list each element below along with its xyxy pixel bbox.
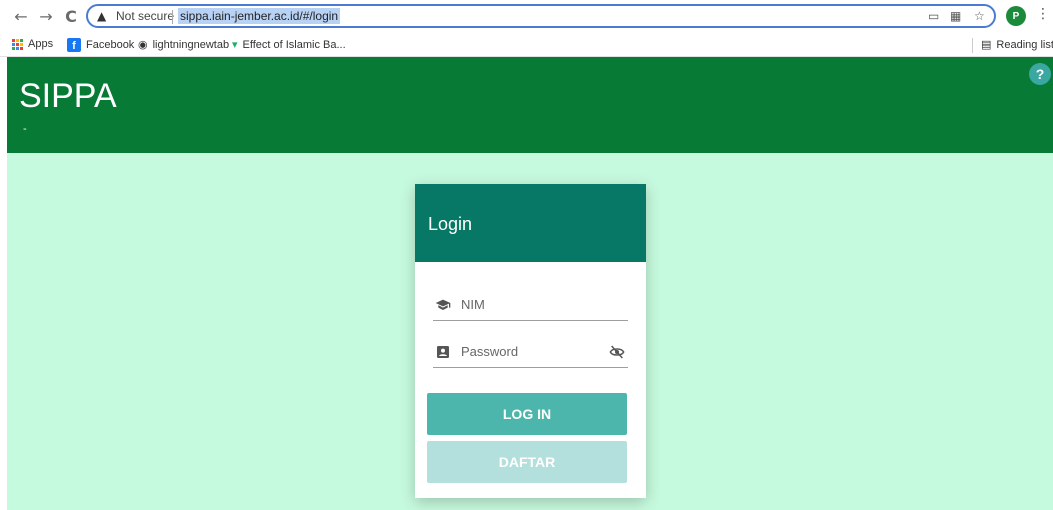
nim-label: NIM <box>461 297 485 312</box>
bookmark-label: Facebook <box>86 39 135 51</box>
profile-avatar[interactable]: P <box>1006 6 1026 26</box>
bookmark-lightningnewtab[interactable]: ◉ lightningnewtab <box>138 38 229 51</box>
help-icon[interactable]: ? <box>1029 63 1051 85</box>
login-card-header: Login <box>415 184 646 262</box>
bookmarks-divider <box>972 38 973 53</box>
login-button[interactable]: LOG IN <box>427 393 627 435</box>
register-button[interactable]: DAFTAR <box>427 441 627 483</box>
browser-toolbar: ← → C ▲ Not secure sippa.iain-jember.ac.… <box>0 0 1053 34</box>
apps-grid-icon <box>12 38 23 50</box>
url-text[interactable]: sippa.iain-jember.ac.id/#/login <box>178 8 341 24</box>
security-label[interactable]: Not secure <box>116 9 174 23</box>
bookmark-label: Effect of Islamic Ba... <box>242 38 346 51</box>
page-title: SIPPA <box>19 77 117 115</box>
password-label: Password <box>461 344 519 359</box>
graduation-cap-icon <box>435 299 451 310</box>
address-divider <box>172 10 173 24</box>
login-card: Login NIM Password LOG IN DAFTAR <box>415 184 646 498</box>
bookmark-facebook[interactable]: f Facebook <box>67 38 134 52</box>
star-icon[interactable]: ☆ <box>974 9 985 23</box>
warning-icon[interactable]: ▲ <box>97 9 106 23</box>
facebook-icon: f <box>67 38 81 52</box>
contact-card-icon <box>437 346 449 358</box>
app-header: SIPPA - ? <box>7 57 1053 153</box>
qr-code-icon[interactable]: ▦ <box>950 9 961 23</box>
cast-icon[interactable]: ▭ <box>928 9 939 23</box>
site-favicon-icon: ▾ <box>232 38 238 51</box>
reading-list-icon: ▤ <box>981 38 992 51</box>
bookmark-label: lightningnewtab <box>152 38 230 51</box>
nim-field[interactable]: NIM <box>433 291 628 321</box>
menu-icon[interactable]: ⋮ <box>1036 6 1050 22</box>
bookmark-apps[interactable]: Apps <box>12 38 53 50</box>
bookmark-label: Apps <box>28 38 54 50</box>
bookmark-effect-of-islamic[interactable]: ▾ Effect of Islamic Ba... <box>232 38 346 51</box>
password-field[interactable]: Password <box>433 338 628 368</box>
forward-icon[interactable]: → <box>35 5 57 27</box>
reload-icon[interactable]: C <box>60 5 82 27</box>
page-subtitle: - <box>23 123 27 135</box>
reading-list-button[interactable]: ▤ Reading list <box>981 38 1053 51</box>
reading-list-label: Reading list <box>996 38 1053 51</box>
page-body: SIPPA - ? Login NIM Password LOG IN DAFT… <box>7 57 1053 510</box>
globe-icon: ◉ <box>138 38 148 51</box>
eye-off-icon[interactable] <box>609 344 625 360</box>
login-title: Login <box>428 214 473 234</box>
address-bar[interactable]: ▲ Not secure sippa.iain-jember.ac.id/#/l… <box>86 4 996 28</box>
bookmarks-bar: Apps f Facebook ◉ lightningnewtab ▾ Effe… <box>0 34 1053 57</box>
back-icon[interactable]: ← <box>10 5 32 27</box>
